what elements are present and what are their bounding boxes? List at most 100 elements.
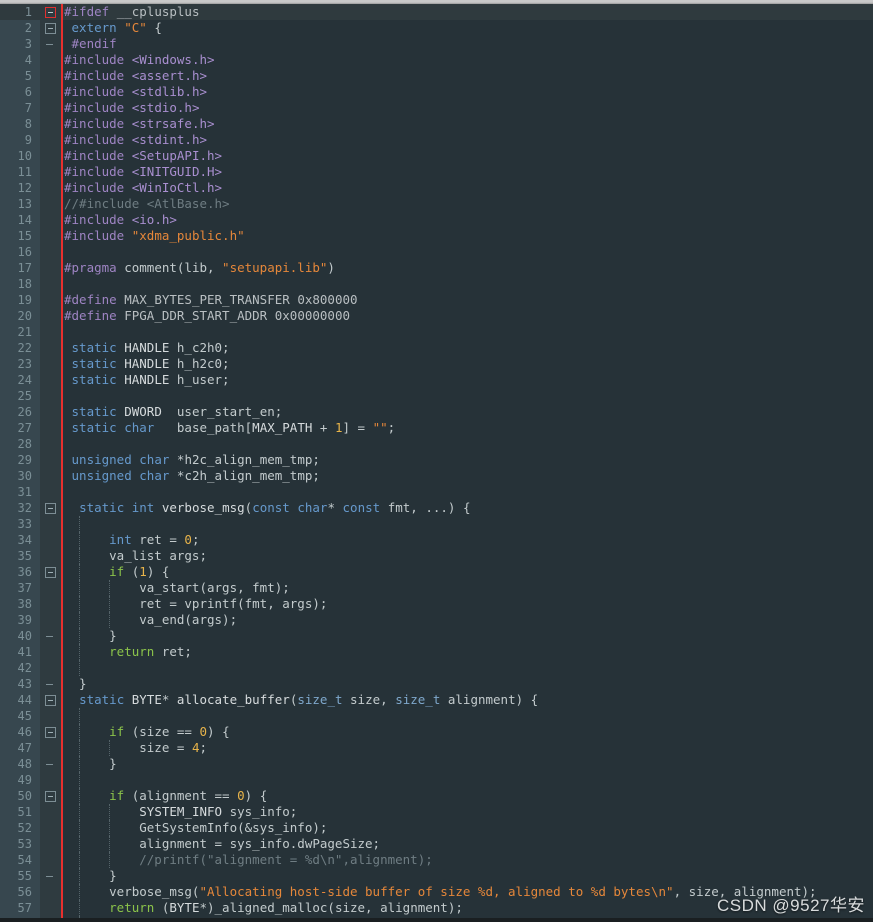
line-number: 51: [0, 804, 32, 820]
line-number: 56: [0, 884, 32, 900]
code-line[interactable]: 26 static DWORD user_start_en;: [0, 404, 873, 420]
code-text: if (size == 0) {: [64, 724, 230, 740]
code-line[interactable]: 14#include <io.h>: [0, 212, 873, 228]
code-line[interactable]: 23 static HANDLE h_h2c0;: [0, 356, 873, 372]
fold-collapse-icon[interactable]: [45, 23, 56, 34]
code-line[interactable]: 46 if (size == 0) {: [0, 724, 873, 740]
code-line[interactable]: 19#define MAX_BYTES_PER_TRANSFER 0x80000…: [0, 292, 873, 308]
code-text: if (1) {: [64, 564, 169, 580]
code-line[interactable]: 41 return ret;: [0, 644, 873, 660]
token-pp: #endif: [72, 36, 117, 51]
code-line[interactable]: 36 if (1) {: [0, 564, 873, 580]
token-id: [124, 500, 132, 515]
code-line[interactable]: 49: [0, 772, 873, 788]
code-line[interactable]: 13//#include <AtlBase.h>: [0, 196, 873, 212]
code-line[interactable]: 12#include <WinIoCtl.h>: [0, 180, 873, 196]
code-line[interactable]: 2 extern "C" {: [0, 20, 873, 36]
unsaved-change-bar: [61, 516, 63, 532]
line-number: 11: [0, 164, 32, 180]
code-line[interactable]: 42: [0, 660, 873, 676]
unsaved-change-bar: [61, 132, 63, 148]
code-line[interactable]: 30 unsigned char *c2h_align_mem_tmp;: [0, 468, 873, 484]
code-line[interactable]: 27 static char base_path[MAX_PATH + 1] =…: [0, 420, 873, 436]
line-number: 30: [0, 468, 32, 484]
token-fn: allocate_buffer: [177, 692, 290, 707]
token-op: (size ==: [124, 724, 199, 739]
code-line[interactable]: 51 SYSTEM_INFO sys_info;: [0, 804, 873, 820]
fold-collapse-icon[interactable]: [45, 567, 56, 578]
code-line[interactable]: 47 size = 4;: [0, 740, 873, 756]
code-line[interactable]: 40 }: [0, 628, 873, 644]
code-line[interactable]: 56 verbose_msg("Allocating host-side buf…: [0, 884, 873, 900]
token-cmt: //#include <AtlBase.h>: [64, 196, 230, 211]
code-line[interactable]: 10#include <SetupAPI.h>: [0, 148, 873, 164]
line-number: 16: [0, 244, 32, 260]
indent-guide: [79, 708, 80, 724]
unsaved-change-bar: [61, 532, 63, 548]
code-line[interactable]: 11#include <INITGUID.H>: [0, 164, 873, 180]
code-line[interactable]: 38 ret = vprintf(fmt, args);: [0, 596, 873, 612]
token-op: ) {: [147, 564, 170, 579]
code-line[interactable]: 21: [0, 324, 873, 340]
code-line[interactable]: 24 static HANDLE h_user;: [0, 372, 873, 388]
code-line[interactable]: 54 //printf("alignment = %d\n",alignment…: [0, 852, 873, 868]
code-line[interactable]: 22 static HANDLE h_c2h0;: [0, 340, 873, 356]
fold-collapse-icon[interactable]: [45, 7, 56, 18]
code-line[interactable]: 7#include <stdio.h>: [0, 100, 873, 116]
code-line[interactable]: 32 static int verbose_msg(const char* co…: [0, 500, 873, 516]
code-line[interactable]: 43 }: [0, 676, 873, 692]
code-line[interactable]: 15#include "xdma_public.h": [0, 228, 873, 244]
code-line[interactable]: 44 static BYTE* allocate_buffer(size_t s…: [0, 692, 873, 708]
code-line[interactable]: 16: [0, 244, 873, 260]
unsaved-change-bar: [61, 692, 63, 708]
line-number: 3: [0, 36, 32, 52]
code-line[interactable]: 55 }: [0, 868, 873, 884]
code-line[interactable]: 50 if (alignment == 0) {: [0, 788, 873, 804]
line-number: 2: [0, 20, 32, 36]
token-kw: static: [72, 420, 117, 435]
fold-collapse-icon[interactable]: [45, 503, 56, 514]
token-str: "Allocating host-side buffer of size %d,…: [199, 884, 673, 899]
code-line[interactable]: 28: [0, 436, 873, 452]
token-id: [124, 132, 132, 147]
code-line[interactable]: 1#ifdef __cplusplus: [0, 4, 873, 20]
code-line[interactable]: 39 va_end(args);: [0, 612, 873, 628]
code-line[interactable]: 37 va_start(args, fmt);: [0, 580, 873, 596]
token-str: "C": [124, 20, 147, 35]
token-kw: int: [132, 500, 155, 515]
code-line[interactable]: 20#define FPGA_DDR_START_ADDR 0x00000000: [0, 308, 873, 324]
token-op: }: [64, 628, 117, 643]
unsaved-change-bar: [61, 564, 63, 580]
code-line[interactable]: 35 va_list args;: [0, 548, 873, 564]
code-line[interactable]: 29 unsigned char *h2c_align_mem_tmp;: [0, 452, 873, 468]
token-id: [124, 52, 132, 67]
code-line[interactable]: 18: [0, 276, 873, 292]
code-line[interactable]: 17#pragma comment(lib, "setupapi.lib"): [0, 260, 873, 276]
code-line[interactable]: 4#include <Windows.h>: [0, 52, 873, 68]
code-line[interactable]: 3 #endif: [0, 36, 873, 52]
code-line[interactable]: 33: [0, 516, 873, 532]
code-line[interactable]: 53 alignment = sys_info.dwPageSize;: [0, 836, 873, 852]
code-line[interactable]: 57 return (BYTE*)_aligned_malloc(size, a…: [0, 900, 873, 916]
code-line[interactable]: 8#include <strsafe.h>: [0, 116, 873, 132]
fold-collapse-icon[interactable]: [45, 727, 56, 738]
code-line[interactable]: 5#include <assert.h>: [0, 68, 873, 84]
code-lines-container[interactable]: 1#ifdef __cplusplus2 extern "C" {3 #endi…: [0, 4, 873, 922]
token-op: }: [64, 756, 117, 771]
line-number: 41: [0, 644, 32, 660]
code-line[interactable]: 34 int ret = 0;: [0, 532, 873, 548]
token-id: base_path[: [154, 420, 252, 435]
code-line[interactable]: 6#include <stdlib.h>: [0, 84, 873, 100]
code-line[interactable]: 52 GetSystemInfo(&sys_info);: [0, 820, 873, 836]
code-line[interactable]: 25: [0, 388, 873, 404]
code-text: va_list args;: [64, 548, 207, 564]
code-line[interactable]: 48 }: [0, 756, 873, 772]
code-editor-surface[interactable]: 1#ifdef __cplusplus2 extern "C" {3 #endi…: [0, 4, 873, 922]
token-id: GetSystemInfo(&sys_info);: [64, 820, 327, 835]
code-line[interactable]: 45: [0, 708, 873, 724]
code-line[interactable]: 9#include <stdint.h>: [0, 132, 873, 148]
code-line[interactable]: 31: [0, 484, 873, 500]
unsaved-change-bar: [61, 580, 63, 596]
fold-collapse-icon[interactable]: [45, 695, 56, 706]
fold-collapse-icon[interactable]: [45, 791, 56, 802]
